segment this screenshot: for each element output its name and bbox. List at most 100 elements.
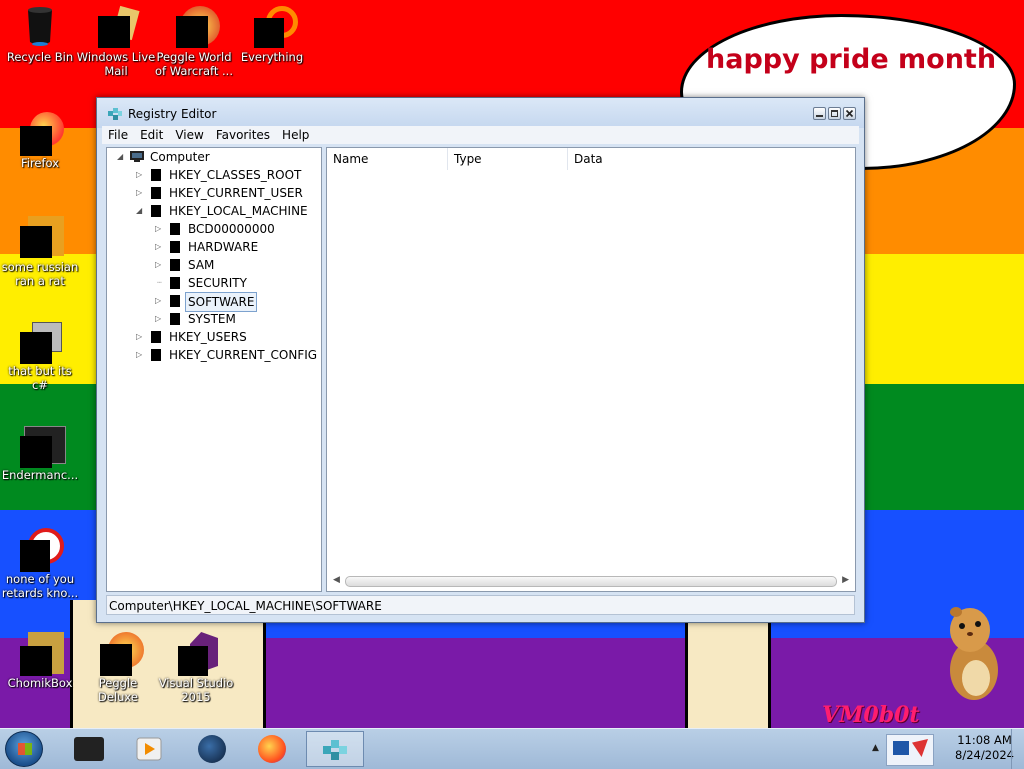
registry-app-icon: [323, 740, 347, 760]
scroll-left-icon[interactable]: ◀: [333, 575, 340, 585]
desktop-icon-recycle-bin[interactable]: Recycle Bin: [0, 6, 80, 64]
collapsed-arrow-icon: ▷: [155, 224, 162, 233]
desktop-icon-russian[interactable]: some russian ran a rat: [0, 216, 80, 288]
recycle-bin-icon: [20, 6, 60, 46]
scrollbar-thumb[interactable]: [345, 576, 837, 587]
globe-icon: [198, 735, 226, 763]
taskbar-registry-editor[interactable]: [306, 731, 364, 767]
registry-tree-pane[interactable]: ◢ Computer ▷ HKEY_CLASSES_ROOT ▷ HKEY_CU…: [106, 147, 322, 592]
desktop-icon-firefox[interactable]: Firefox: [0, 112, 80, 170]
show-hidden-icons-icon[interactable]: ▲: [872, 743, 879, 753]
taskbar-firefox[interactable]: [244, 731, 302, 767]
folder-icon: [170, 277, 180, 289]
desktop-icon-label: Everything: [240, 50, 304, 64]
app-icon: [74, 737, 104, 761]
taskbar-app-1[interactable]: [60, 731, 118, 767]
desktop-icon-label: Windows Live Mail: [76, 50, 156, 78]
menu-help[interactable]: Help: [276, 128, 315, 142]
tray-icons[interactable]: [886, 734, 934, 766]
close-button[interactable]: [843, 107, 856, 120]
file-icon: [20, 216, 64, 258]
registry-values-pane[interactable]: Name Type Data ◀ ▶: [326, 147, 856, 592]
tree-label: SAM: [188, 258, 215, 272]
scroll-right-icon[interactable]: ▶: [842, 575, 849, 585]
speech-bubble-text: happy pride month: [706, 44, 997, 75]
menu-view[interactable]: View: [169, 128, 209, 142]
desktop-icon-enderman[interactable]: Endermanc...: [0, 424, 80, 482]
desktop-icon-label: Firefox: [20, 156, 60, 170]
network-icon[interactable]: [893, 741, 909, 755]
peggle-icon: [98, 632, 144, 676]
maximize-button[interactable]: [828, 107, 841, 120]
folder-icon: [170, 313, 180, 325]
desktop-icon-visual-studio[interactable]: Visual Studio 2015: [156, 632, 236, 704]
tree-label: HKEY_CLASSES_ROOT: [169, 168, 302, 182]
column-header-name[interactable]: Name: [327, 148, 448, 170]
media-player-icon: [136, 737, 162, 761]
menu-bar: File Edit View Favorites Help: [102, 126, 859, 144]
search-icon: [252, 6, 298, 48]
tree-label: HKEY_LOCAL_MACHINE: [169, 204, 308, 218]
title-bar[interactable]: Registry Editor: [97, 98, 864, 128]
terminal-icon: [20, 424, 66, 468]
column-header-type[interactable]: Type: [448, 148, 568, 170]
registry-editor-window: Registry Editor File Edit View Favorites…: [96, 97, 865, 623]
tree-label: SYSTEM: [188, 312, 236, 326]
menu-edit[interactable]: Edit: [134, 128, 169, 142]
desktop-icon-label: that but its c#: [8, 364, 72, 392]
menu-favorites[interactable]: Favorites: [210, 128, 276, 142]
taskbar-app-globe[interactable]: [184, 731, 242, 767]
tree-label: Computer: [150, 150, 210, 164]
desktop-icon-label: none of you retards kno...: [1, 572, 79, 600]
desktop-icon-noneofyou[interactable]: none of you retards kno...: [0, 528, 80, 600]
show-desktop-button[interactable]: [1011, 729, 1024, 769]
collapsed-arrow-icon: ▷: [136, 170, 143, 179]
desktop-icon-windows-live-mail[interactable]: Windows Live Mail: [76, 5, 156, 78]
minimize-button[interactable]: [813, 107, 826, 120]
caption-buttons: [813, 107, 856, 120]
peggle-icon: [174, 6, 220, 48]
tree-label: SECURITY: [188, 276, 247, 290]
collapsed-arrow-icon: ▷: [136, 350, 143, 359]
chomikbox-icon: [20, 632, 64, 676]
tree-label: HARDWARE: [188, 240, 259, 254]
collapsed-arrow-icon: ▷: [155, 314, 162, 323]
clock[interactable]: 11:08 AM 8/24/2024: [955, 733, 1014, 763]
folder-icon: [151, 349, 161, 361]
column-header-data[interactable]: Data: [568, 148, 855, 170]
taskbar: ▲ 11:08 AM 8/24/2024: [0, 728, 1024, 769]
desktop-icon-everything[interactable]: Everything: [232, 6, 312, 64]
hamster-image: [950, 607, 998, 700]
horizontal-scrollbar[interactable]: ◀ ▶: [333, 575, 849, 587]
tree-label-selected: SOFTWARE: [185, 292, 258, 312]
expanded-arrow-icon: ◢: [136, 206, 143, 215]
window-title: Registry Editor: [128, 107, 217, 121]
desktop-icon-chomikbox[interactable]: ChomikBox: [0, 632, 80, 690]
desktop-icon-label: Visual Studio 2015: [158, 676, 234, 704]
start-button[interactable]: [5, 731, 43, 767]
desktop-icon-label: Peggle World of Warcraft ...: [155, 50, 233, 78]
expanded-arrow-icon: ◢: [117, 152, 124, 161]
folder-icon: [170, 259, 180, 271]
status-bar: Computer\HKEY_LOCAL_MACHINE\SOFTWARE: [106, 595, 855, 615]
desktop-icon-peggle-wow[interactable]: Peggle World of Warcraft ...: [154, 6, 234, 78]
file-icon: [20, 320, 62, 364]
desktop-icon-label: some russian ran a rat: [1, 260, 79, 288]
collapsed-arrow-icon: ▷: [155, 296, 162, 305]
menu-file[interactable]: File: [102, 128, 134, 142]
visual-studio-icon: [176, 632, 218, 676]
desktop-icon-label: ChomikBox: [7, 676, 73, 690]
mail-icon: [96, 5, 140, 48]
taskbar-media-player[interactable]: [120, 731, 178, 767]
computer-icon: [130, 151, 144, 162]
firefox-icon: [20, 112, 64, 156]
tree-label: HKEY_USERS: [169, 330, 247, 344]
tree-label: HKEY_CURRENT_USER: [169, 186, 303, 200]
collapsed-arrow-icon: ▷: [136, 188, 143, 197]
speaker-icon[interactable]: [912, 739, 928, 757]
desktop-icon-peggle-deluxe[interactable]: Peggle Deluxe: [78, 632, 158, 704]
clock-date: 8/24/2024: [955, 748, 1014, 762]
firefox-icon: [258, 735, 286, 763]
desktop-icon-thatbut[interactable]: that but its c#: [0, 320, 80, 392]
system-tray: ▲ 11:08 AM 8/24/2024: [864, 729, 1024, 769]
